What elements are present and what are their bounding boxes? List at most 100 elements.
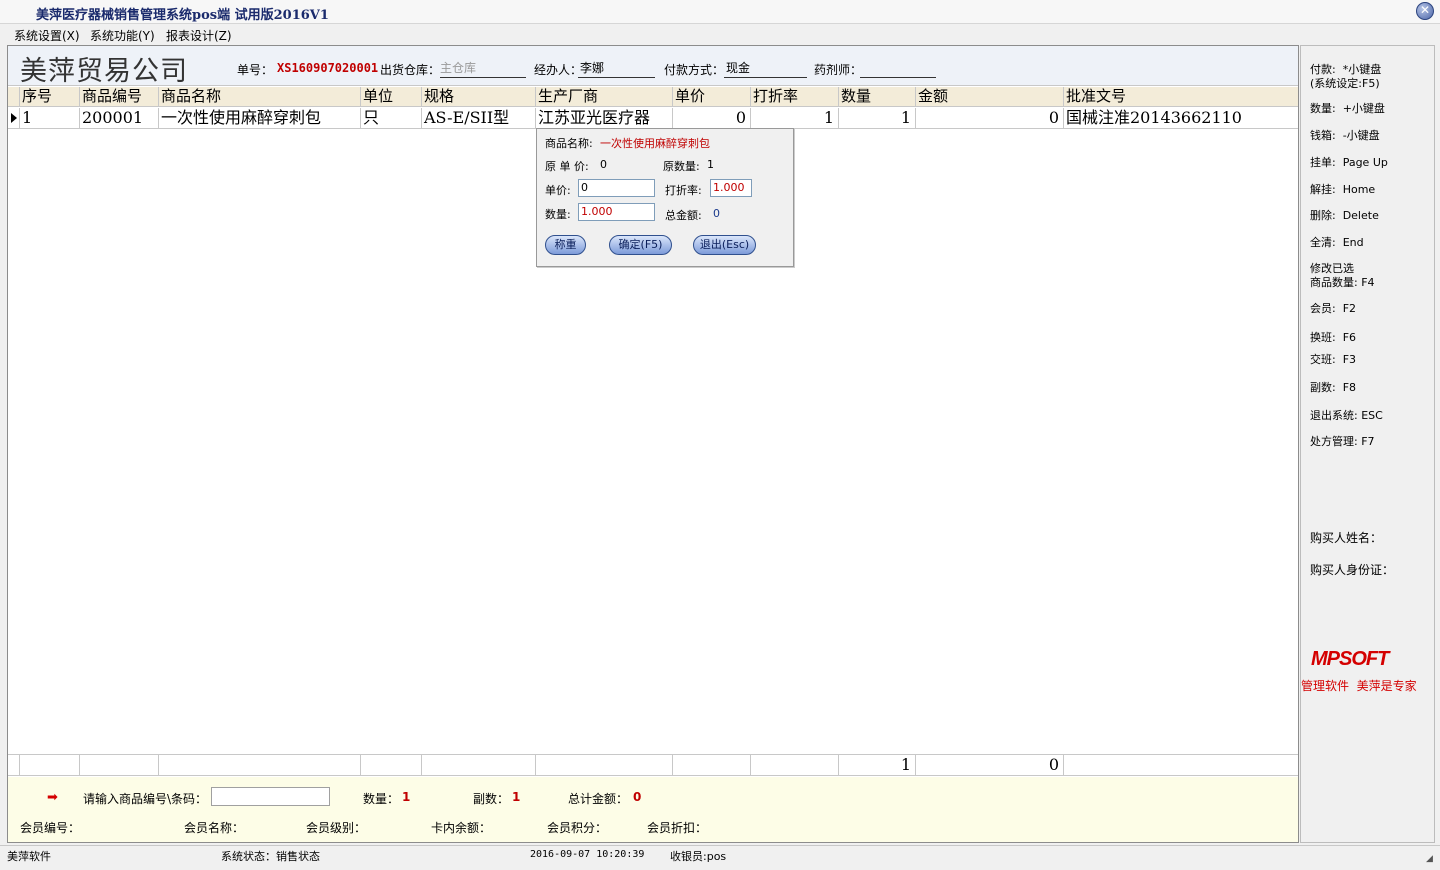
member-no-label: 会员编号： [20, 821, 81, 835]
pharmacist-underline [860, 77, 936, 78]
menu-report-design[interactable]: 报表设计(Z) [166, 27, 232, 44]
popup-qty-input[interactable]: 1.000 [578, 203, 655, 221]
popup-orig-price-label: 原 单 价: [545, 160, 589, 173]
menu-bar: 系统设置(X) 系统功能(Y) 报表设计(Z) [0, 24, 1440, 44]
totals-cell-blank [751, 755, 839, 776]
cell-amount[interactable]: 0 [916, 108, 1064, 129]
popup-total-value: 0 [713, 207, 720, 220]
barcode-input-label: 请输入商品编号\条码： [83, 792, 208, 806]
col-header-quantity[interactable]: 数量 [839, 87, 916, 107]
payment-label: 付款方式： [664, 63, 725, 77]
handler-field[interactable]: 李娜 [580, 59, 604, 76]
barcode-input[interactable] [211, 787, 330, 806]
shortcut-pay: 付款: *小键盘 (系统设定:F5) [1310, 63, 1382, 90]
cell-approval[interactable]: 国械注准20143662110 [1064, 108, 1298, 129]
popup-name-label: 商品名称: [545, 137, 593, 150]
popup-price-input[interactable]: 0 [578, 179, 655, 197]
totals-cell-blank [536, 755, 673, 776]
window-title: 美萍医疗器械销售管理系统pos端 试用版2016V1 [36, 8, 329, 23]
close-icon[interactable]: ✕ [1416, 2, 1434, 20]
cell-spec[interactable]: AS-E/SII型 [422, 108, 536, 129]
col-header-index[interactable]: 序号 [20, 87, 80, 107]
warehouse-underline [440, 77, 526, 78]
status-state: 系统状态：销售状态 [221, 850, 320, 863]
totals-cell-blank [361, 755, 422, 776]
grid-corner [8, 87, 20, 107]
qty-value: 1 [402, 790, 411, 804]
copies-label: 副数： [473, 792, 510, 806]
popup-discount-label: 打折率: [665, 184, 702, 197]
col-header-manufacturer[interactable]: 生产厂商 [536, 87, 673, 107]
menu-system-functions[interactable]: 系统功能(Y) [90, 27, 155, 44]
totals-cell-blank [80, 755, 159, 776]
status-datetime: 2016-09-07 10:20:39 [530, 849, 645, 860]
popup-orig-qty-label: 原数量: [663, 160, 700, 173]
shortcut-qty: 数量: +小键盘 [1310, 102, 1385, 115]
totals-cell-blank [159, 755, 361, 776]
cell-price[interactable]: 0 [673, 108, 751, 129]
title-bar: 美萍医疗器械销售管理系统pos端 试用版2016V1 [0, 0, 1440, 24]
shortcut-modify: 修改已选 商品数量: F4 [1310, 262, 1375, 289]
totals-amount: 0 [916, 755, 1064, 776]
order-header [8, 46, 1298, 86]
member-discount-label: 会员折扣： [647, 821, 708, 835]
row-selector-icon[interactable] [8, 108, 20, 129]
total-amount-value: 0 [633, 790, 642, 804]
col-header-code[interactable]: 商品编号 [80, 87, 159, 107]
col-header-approval[interactable]: 批准文号 [1064, 87, 1298, 107]
popup-orig-qty-value: 1 [707, 158, 714, 171]
buyer-name-label: 购买人姓名： [1310, 531, 1383, 545]
cell-discount[interactable]: 1 [751, 108, 839, 129]
shortcut-exit: 退出系统: ESC [1310, 409, 1383, 422]
col-header-unit[interactable]: 单位 [361, 87, 422, 107]
total-amount-label: 总计金额： [568, 792, 629, 806]
handler-label: 经办人： [534, 63, 583, 77]
totals-quantity: 1 [839, 755, 916, 776]
popup-total-label: 总金额: [665, 209, 702, 222]
member-name-label: 会员名称： [184, 821, 245, 835]
exit-dialog-button[interactable]: 退出(Esc) [693, 235, 756, 255]
member-level-label: 会员级别： [306, 821, 367, 835]
pharmacist-label: 药剂师： [814, 63, 863, 77]
shortcut-delete: 删除: Delete [1310, 209, 1379, 222]
mpsoft-logo: MPSOFT [1311, 648, 1389, 670]
shortcut-clear: 全清: End [1310, 236, 1364, 249]
shortcut-hold: 挂单: Page Up [1310, 156, 1388, 169]
payment-field[interactable]: 现金 [726, 59, 750, 76]
cell-code[interactable]: 200001 [80, 108, 159, 129]
confirm-button[interactable]: 确定(F5) [609, 235, 672, 255]
cell-unit[interactable]: 只 [361, 108, 422, 129]
col-header-price[interactable]: 单价 [673, 87, 751, 107]
popup-price-label: 单价: [545, 184, 571, 197]
col-header-discount[interactable]: 打折率 [751, 87, 839, 107]
weigh-button[interactable]: 称重 [545, 235, 586, 255]
totals-cell-blank [20, 755, 80, 776]
col-header-spec[interactable]: 规格 [422, 87, 536, 107]
shortcut-shift: 换班: F6 [1310, 331, 1357, 344]
edit-item-dialog: 商品名称: 一次性使用麻醉穿刺包 原 单 价: 0 原数量: 1 单价: 0 打… [536, 128, 794, 267]
col-header-name[interactable]: 商品名称 [159, 87, 361, 107]
cell-manufacturer[interactable]: 江苏亚光医疗器 [536, 108, 673, 129]
company-name: 美萍贸易公司 [20, 56, 188, 87]
col-header-amount[interactable]: 金额 [916, 87, 1064, 107]
resize-grip-icon[interactable]: ◢ [1426, 854, 1433, 864]
warehouse-field[interactable]: 主仓库 [440, 59, 476, 76]
cell-index[interactable]: 1 [20, 108, 80, 129]
shortcut-cashbox: 钱箱: -小键盘 [1310, 129, 1380, 142]
shortcut-handover: 交班: F3 [1310, 353, 1357, 366]
warehouse-label: 出货仓库： [380, 63, 441, 77]
popup-discount-input[interactable]: 1.000 [710, 179, 752, 197]
totals-cell-blank [422, 755, 536, 776]
popup-name-value: 一次性使用麻醉穿刺包 [600, 137, 710, 150]
totals-cell-blank [8, 755, 20, 776]
totals-cell-blank [673, 755, 751, 776]
cell-quantity[interactable]: 1 [839, 108, 916, 129]
shortcut-prescription: 处方管理: F7 [1310, 435, 1375, 448]
handler-underline [578, 77, 655, 78]
cell-name[interactable]: 一次性使用麻醉穿刺包 [159, 108, 361, 129]
menu-system-settings[interactable]: 系统设置(X) [14, 27, 80, 44]
arrow-right-icon: ➡ [47, 790, 58, 805]
order-no-value: XS160907020001 [277, 61, 379, 75]
brand-slogan: 管理软件 美萍是专家 [1301, 679, 1417, 693]
shortcut-unhold: 解挂: Home [1310, 183, 1376, 196]
